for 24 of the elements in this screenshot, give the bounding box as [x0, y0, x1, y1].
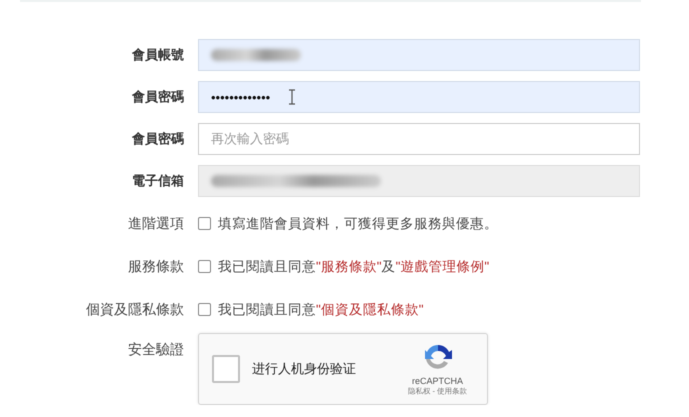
- terms-link[interactable]: "遊戲管理條例": [396, 258, 490, 274]
- captcha-brand: reCAPTCHA: [412, 376, 464, 386]
- option-text: 填寫進階會員資料，可獲得更多服務與優惠。: [218, 214, 498, 232]
- terms-link[interactable]: "服務條款": [316, 258, 382, 274]
- field-label: 會員密碼: [132, 130, 184, 148]
- field-label: 會員密碼: [132, 88, 184, 106]
- option-label: 個資及隱私條款: [86, 300, 184, 318]
- field-label: 電子信箱: [132, 172, 184, 190]
- input-field[interactable]: [198, 39, 640, 71]
- input-field[interactable]: •••••••••••••: [198, 81, 640, 113]
- field-label: 會員帳號: [132, 46, 184, 64]
- captcha-label: 安全驗證: [128, 340, 184, 359]
- terms-link[interactable]: "個資及隱私條款": [316, 302, 424, 316]
- checkbox[interactable]: [198, 303, 211, 316]
- checkbox[interactable]: [198, 217, 211, 230]
- option-label: 服務條款: [128, 258, 184, 276]
- option-text: 我已閱讀且同意"服務條款"及"遊戲管理條例": [218, 258, 490, 276]
- captcha-text: 进行人机身份验证: [252, 360, 357, 378]
- placeholder-text: 再次輸入密碼: [211, 130, 289, 148]
- checkbox[interactable]: [198, 260, 211, 273]
- password-value: •••••••••••••: [211, 90, 270, 104]
- captcha-checkbox[interactable]: [212, 355, 240, 383]
- option-label: 進階選項: [128, 214, 184, 232]
- option-text: 我已閱讀且同意"個資及隱私條款": [218, 300, 424, 318]
